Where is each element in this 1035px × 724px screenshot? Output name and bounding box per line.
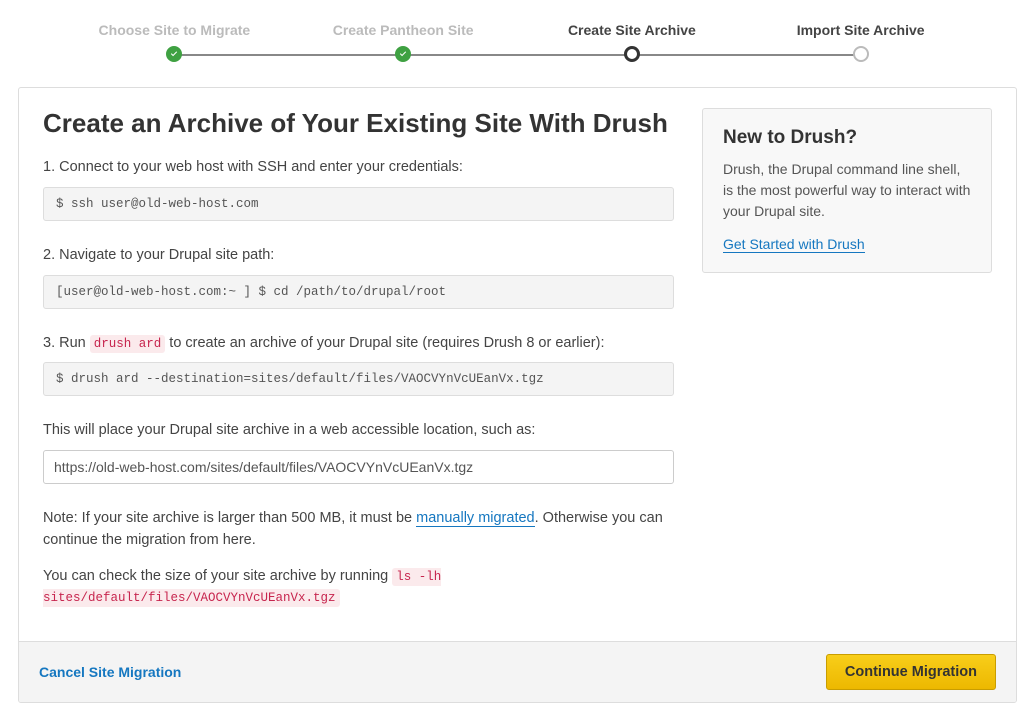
progress-stepper: Choose Site to Migrate Create Pantheon S… [0,0,1035,75]
manually-migrated-link[interactable]: manually migrated [416,510,534,527]
note-prefix: Note: If your site archive is larger tha… [43,510,416,526]
step3-prefix: 3. Run [43,335,90,351]
main-card: Create an Archive of Your Existing Site … [18,87,1017,703]
card-footer: Cancel Site Migration Continue Migration [19,641,1016,702]
step-create-archive: Create Site Archive [518,22,747,65]
archive-url-input[interactable] [43,450,674,484]
step2-code: [user@old-web-host.com:~ ] $ cd /path/to… [43,275,674,309]
drush-info-box: New to Drush? Drush, the Drupal command … [702,108,992,273]
aside-body: Drush, the Drupal command line shell, is… [723,159,971,222]
step-create-pantheon: Create Pantheon Site [289,22,518,62]
step-import-archive: Import Site Archive [746,22,975,65]
note-text: Note: If your site archive is larger tha… [43,508,674,552]
step3-inline-code: drush ard [90,335,166,353]
checkmark-icon [395,46,411,62]
continue-migration-button[interactable]: Continue Migration [826,654,996,690]
aside-title: New to Drush? [723,127,971,149]
step1-text: 1. Connect to your web host with SSH and… [43,157,674,179]
size-text: You can check the size of your site arch… [43,566,674,610]
place-text: This will place your Drupal site archive… [43,420,674,442]
cancel-migration-button[interactable]: Cancel Site Migration [39,664,181,680]
page-title: Create an Archive of Your Existing Site … [43,108,674,139]
step1-code: $ ssh user@old-web-host.com [43,187,674,221]
current-step-icon [624,46,640,62]
step3-suffix: to create an archive of your Drupal site… [165,335,604,351]
step-label: Choose Site to Migrate [60,22,289,38]
size-prefix: You can check the size of your site arch… [43,568,392,584]
step-label: Import Site Archive [746,22,975,38]
step-label: Create Site Archive [518,22,747,38]
step3-text: 3. Run drush ard to create an archive of… [43,333,674,355]
step-choose-site: Choose Site to Migrate [60,22,289,62]
step-label: Create Pantheon Site [289,22,518,38]
step2-text: 2. Navigate to your Drupal site path: [43,245,674,267]
checkmark-icon [166,46,182,62]
get-started-drush-link[interactable]: Get Started with Drush [723,236,865,253]
upcoming-step-icon [853,46,869,62]
step3-code: $ drush ard --destination=sites/default/… [43,362,674,396]
